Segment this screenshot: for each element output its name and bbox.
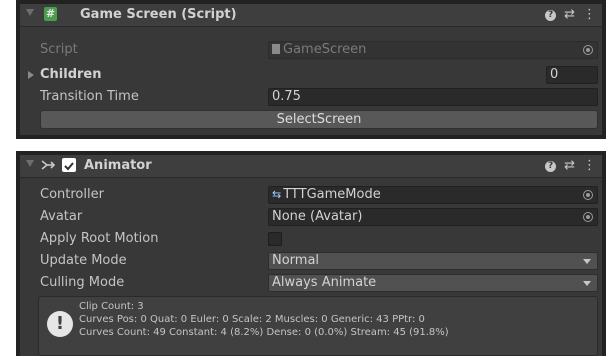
- object-picker-icon[interactable]: [583, 212, 593, 222]
- info-line: Clip Count: 3: [79, 301, 144, 312]
- help-icon[interactable]: ?: [545, 160, 557, 172]
- foldout-arrow-icon[interactable]: [26, 9, 34, 16]
- game-screen-header[interactable]: # Game Screen (Script) ? ⇄ ⋮: [20, 4, 602, 27]
- transition-row: Transition Time 0.75: [20, 87, 602, 107]
- game-screen-component: # Game Screen (Script) ? ⇄ ⋮ Script Game…: [16, 0, 606, 139]
- update-mode-dropdown[interactable]: Normal: [268, 252, 598, 270]
- script-row: Script GameScreen: [20, 40, 602, 60]
- chevron-down-icon: [583, 259, 591, 264]
- update-mode-row: Update Mode Normal: [20, 251, 602, 271]
- children-size-field[interactable]: 0: [546, 66, 598, 84]
- enabled-checkbox[interactable]: [62, 158, 76, 172]
- controller-label: Controller: [40, 187, 104, 202]
- animator-component: Animator ? ⇄ ⋮ Controller ⇆ TTTGameMode A…: [16, 151, 606, 356]
- root-motion-row: Apply Root Motion: [20, 229, 602, 249]
- culling-mode-value: Always Animate: [272, 275, 377, 290]
- update-mode-value: Normal: [272, 253, 320, 268]
- avatar-label: Avatar: [40, 209, 83, 224]
- info-line: Curves Count: 49 Constant: 4 (8.2%) Dens…: [79, 327, 449, 338]
- script-field: GameScreen: [268, 41, 598, 59]
- info-exclamation-icon: !: [47, 311, 73, 337]
- help-icon[interactable]: ?: [545, 9, 557, 21]
- avatar-row: Avatar None (Avatar): [20, 207, 602, 227]
- culling-mode-row: Culling Mode Always Animate: [20, 273, 602, 293]
- culling-mode-label: Culling Mode: [40, 275, 125, 290]
- animator-header[interactable]: Animator ? ⇄ ⋮: [20, 155, 602, 178]
- info-line: Curves Pos: 0 Quat: 0 Euler: 0 Scale: 2 …: [79, 314, 425, 325]
- component-title: Animator: [84, 158, 152, 173]
- hash-script-icon: #: [44, 7, 57, 21]
- avatar-value: None (Avatar): [272, 209, 363, 224]
- object-picker-icon[interactable]: [583, 190, 593, 200]
- children-row[interactable]: Children 0: [20, 65, 602, 85]
- children-label: Children: [40, 67, 102, 82]
- object-picker-icon: [583, 45, 593, 55]
- controller-value: TTTGameMode: [283, 187, 381, 202]
- preset-icon[interactable]: ⇄: [564, 157, 575, 175]
- avatar-field[interactable]: None (Avatar): [268, 208, 598, 226]
- kebab-menu-icon[interactable]: ⋮: [583, 6, 596, 24]
- transition-label: Transition Time: [40, 89, 139, 104]
- culling-mode-dropdown[interactable]: Always Animate: [268, 274, 598, 292]
- kebab-menu-icon[interactable]: ⋮: [583, 157, 596, 175]
- script-file-icon: [272, 44, 280, 54]
- root-motion-checkbox[interactable]: [268, 232, 282, 246]
- select-screen-button[interactable]: SelectScreen: [40, 110, 598, 129]
- animator-info-box: ! Clip Count: 3 Curves Pos: 0 Quat: 0 Eu…: [38, 296, 598, 356]
- check-icon: [64, 162, 74, 171]
- root-motion-label: Apply Root Motion: [40, 231, 159, 246]
- animator-controller-icon: ⇆: [272, 188, 282, 201]
- script-label: Script: [40, 42, 78, 57]
- foldout-arrow-icon[interactable]: [26, 160, 34, 167]
- controller-field[interactable]: ⇆ TTTGameMode: [268, 186, 598, 204]
- script-value: GameScreen: [283, 42, 367, 57]
- controller-row: Controller ⇆ TTTGameMode: [20, 185, 602, 205]
- transition-time-field[interactable]: 0.75: [268, 88, 598, 106]
- chevron-down-icon: [583, 281, 591, 286]
- update-mode-label: Update Mode: [40, 253, 127, 268]
- preset-icon[interactable]: ⇄: [564, 6, 575, 24]
- component-title: Game Screen (Script): [80, 7, 237, 22]
- children-foldout-icon[interactable]: [28, 71, 34, 79]
- animator-icon: [40, 157, 56, 173]
